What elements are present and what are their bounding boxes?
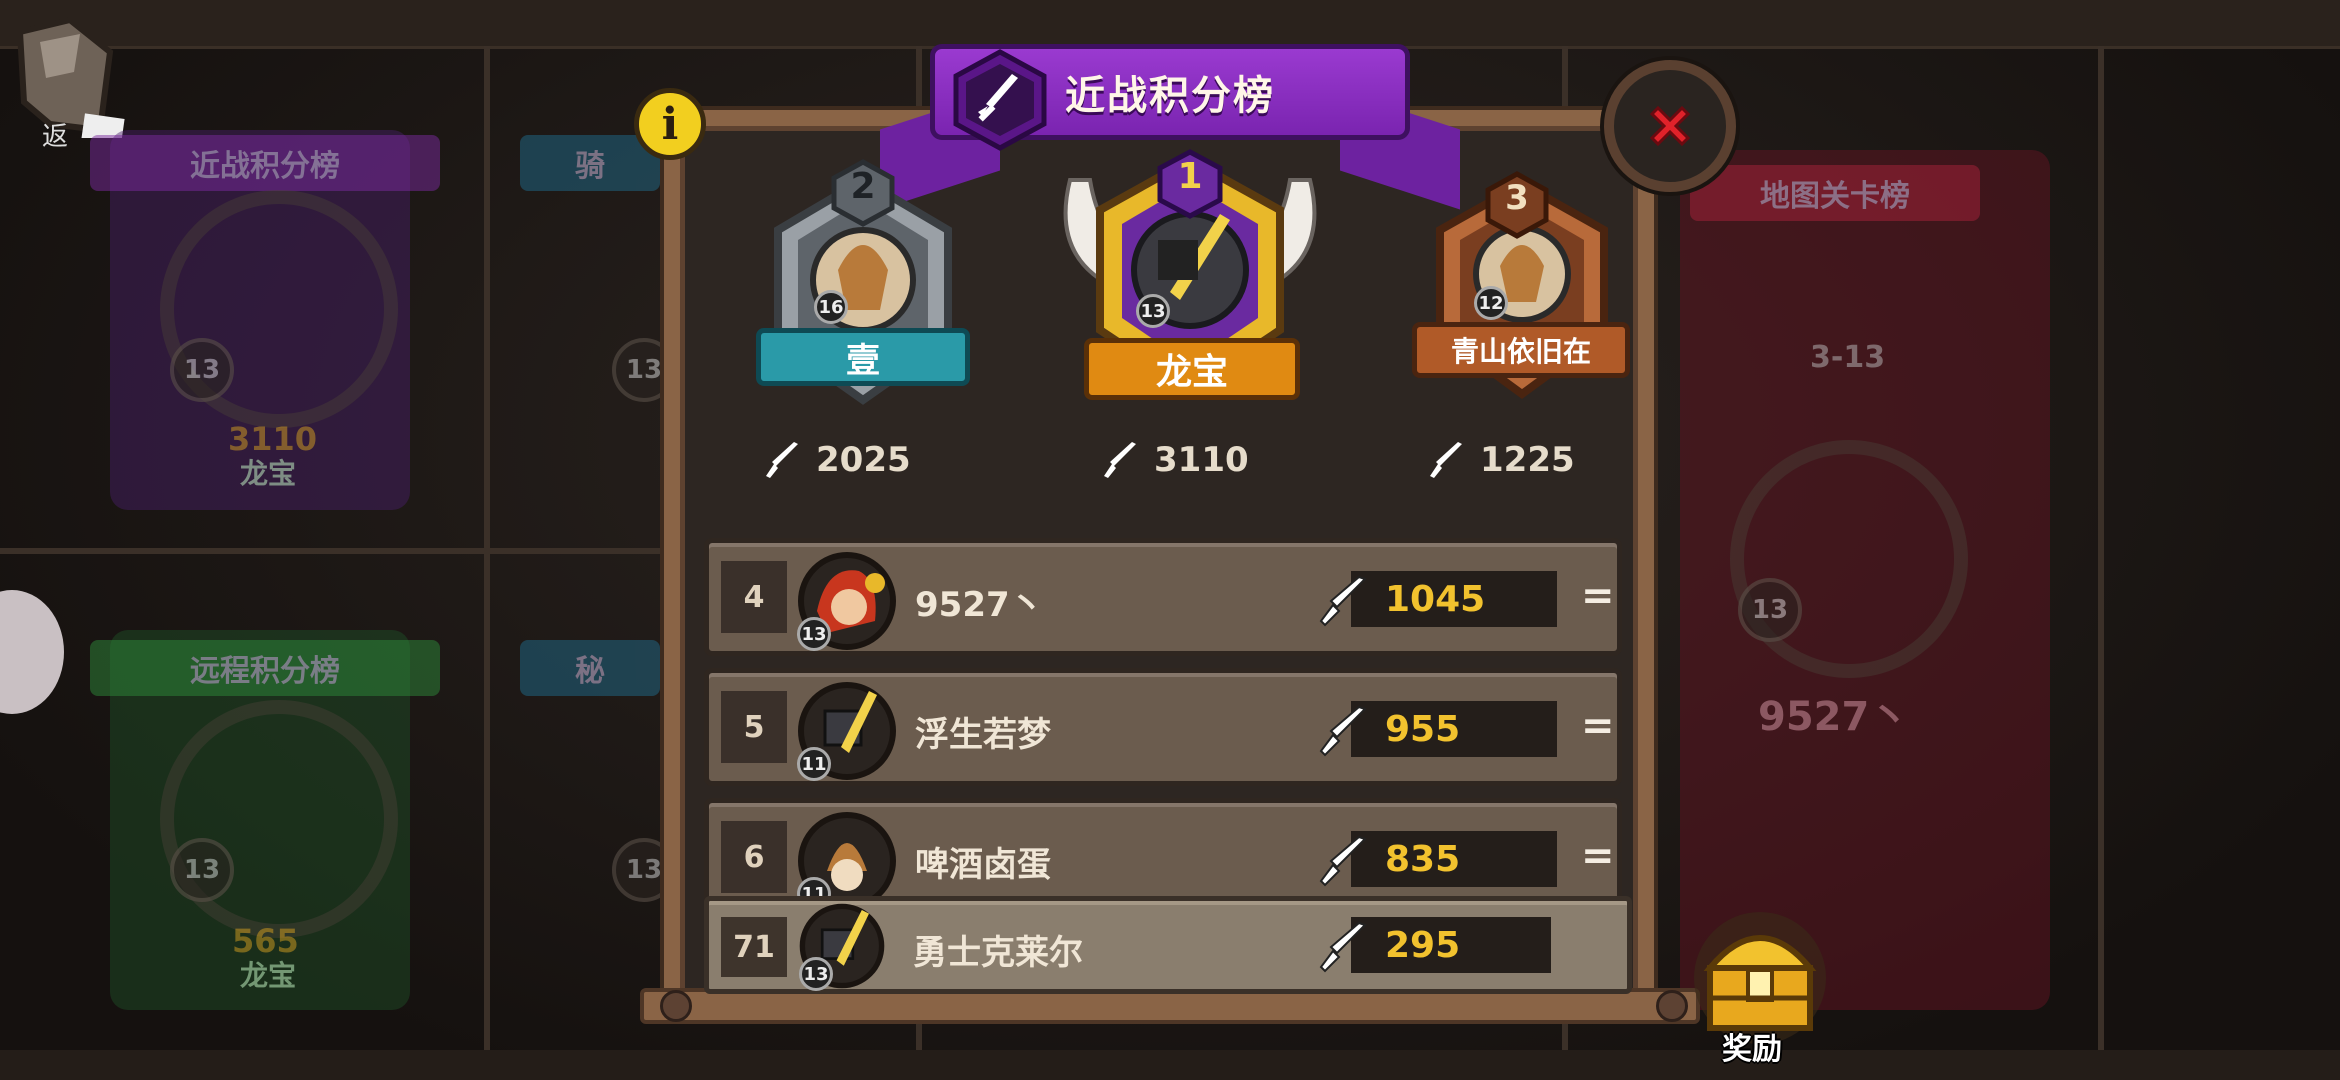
table-row[interactable]: 4 13 9527丶 1045 =: [704, 538, 1622, 656]
podium-score-value: 1225: [1480, 440, 1575, 480]
row-level: 11: [797, 747, 831, 781]
self-rank-row[interactable]: 71 13 勇士克莱尔 295: [704, 896, 1632, 994]
back-icon[interactable]: [10, 12, 128, 138]
row-trend: =: [1581, 573, 1615, 619]
row-name: 啤酒卤蛋: [915, 845, 1051, 885]
podium-name: 龙宝: [1084, 338, 1300, 400]
bg-card-title: 地图关卡榜: [1690, 165, 1980, 221]
sword-icon: [1104, 442, 1136, 478]
podium-score-value: 3110: [1154, 440, 1249, 480]
bg-card-name: 9527丶: [1758, 694, 1910, 740]
bg-card-title: 远程积分榜: [90, 640, 440, 696]
bg-card-title: 秘: [520, 640, 660, 696]
podium-level: 12: [1474, 286, 1508, 320]
nail: [660, 990, 692, 1022]
row-score: 295: [1351, 917, 1551, 973]
bg-card-name: 龙宝: [240, 457, 297, 490]
table-row[interactable]: 5 11 浮生若梦 955 =: [704, 668, 1622, 786]
row-trend: =: [1581, 833, 1615, 879]
podium-rank: 2: [850, 166, 876, 207]
row-level: 13: [799, 957, 833, 991]
row-score: 955: [1351, 701, 1557, 757]
row-rank: 5: [721, 691, 787, 763]
sword-icon: [1319, 835, 1367, 887]
podium-level: 16: [814, 290, 848, 324]
sword-icon: [1319, 921, 1367, 973]
top-bar: [0, 0, 2340, 49]
close-button[interactable]: [1604, 60, 1736, 192]
row-name: 浮生若梦: [915, 715, 1051, 755]
podium-level: 13: [1136, 294, 1170, 328]
podium-rank: 1: [1177, 156, 1203, 197]
sword-icon: [1319, 575, 1367, 627]
bg-medal: [160, 700, 398, 938]
podium-score: 3110: [1100, 440, 1249, 480]
row-rank: 71: [721, 917, 787, 977]
row-rank: 6: [721, 821, 787, 893]
info-button[interactable]: i: [634, 88, 706, 160]
bg-card-name: 龙宝: [240, 959, 297, 992]
row-name: 勇士克莱尔: [913, 933, 1083, 973]
podium-rank: 3: [1505, 178, 1529, 218]
bg-card-stage: 3-13: [1810, 340, 1886, 375]
row-rank: 4: [721, 561, 787, 633]
back-label[interactable]: 返: [42, 116, 68, 153]
row-score: 1045: [1351, 571, 1557, 627]
podium-name: 壹: [756, 328, 970, 386]
bg-level: 13: [170, 838, 234, 902]
bg-card-title: 近战积分榜: [90, 135, 440, 191]
bg-medal: [1730, 440, 1968, 678]
sword-icon: [953, 49, 1047, 151]
podium-score: 2025: [762, 440, 911, 480]
sword-icon: [1430, 442, 1462, 478]
bg-level: 13: [1738, 578, 1802, 642]
panel-title: 近战积分榜: [1065, 73, 1275, 119]
sword-icon: [766, 442, 798, 478]
podium-score: 1225: [1426, 440, 1575, 480]
row-score: 835: [1351, 831, 1557, 887]
podium-name: 青山依旧在: [1412, 322, 1630, 378]
row-name: 9527丶: [915, 585, 1044, 625]
row-level: 13: [797, 617, 831, 651]
bg-level: 13: [170, 338, 234, 402]
nail: [1656, 990, 1688, 1022]
reward-label[interactable]: 奖励: [1722, 1024, 1782, 1068]
divider: [2098, 46, 2104, 1050]
close-icon[interactable]: [1644, 100, 1696, 152]
row-trend: =: [1581, 703, 1615, 749]
bottom-bar: [0, 1050, 2340, 1080]
podium-score-value: 2025: [816, 440, 911, 480]
sword-icon: [1319, 705, 1367, 757]
